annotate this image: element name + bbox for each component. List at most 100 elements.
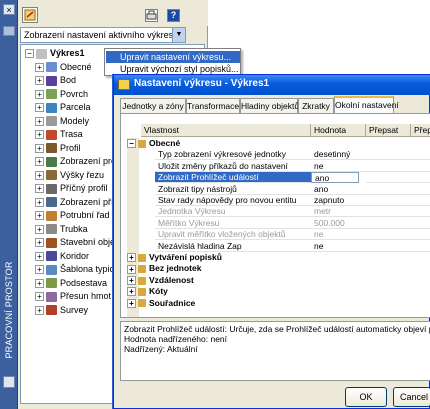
print-icon[interactable] <box>145 9 158 22</box>
property-value[interactable]: ne <box>311 241 366 252</box>
property-value[interactable]: zapnuto <box>311 195 366 206</box>
tree-item[interactable]: + Příčný profil <box>35 182 108 194</box>
tree-item[interactable]: + Výšky řezu <box>35 169 104 181</box>
tree-item[interactable]: + Stavební objek <box>35 236 120 248</box>
tree-item[interactable]: + Survey <box>35 304 88 316</box>
dialog-title-bar[interactable]: Nastavení výkresu - Výkres1 <box>114 75 430 95</box>
override-cell[interactable] <box>366 206 411 218</box>
tree-item[interactable]: + Šablona typick <box>35 263 119 275</box>
expand-icon[interactable]: + <box>35 224 44 234</box>
grid-row[interactable]: Typ zobrazení výkresové jednotky desetinn… <box>141 149 430 161</box>
tab-object-layers[interactable]: Hladiny objektů <box>240 98 299 114</box>
property-value[interactable]: ano <box>311 172 359 184</box>
palette-properties-icon[interactable] <box>3 376 15 388</box>
menu-item-edit-drawing-settings[interactable]: Upravit nastavení výkresu... <box>106 51 240 63</box>
grid-category[interactable]: + Vytváření popisků <box>127 252 430 263</box>
grid-row[interactable]: Zobrazit Prohlížeč událostí ano <box>141 172 430 184</box>
tree-item[interactable]: + Potrubní řad <box>35 209 110 221</box>
tab-abbreviations[interactable]: Zkratky <box>298 98 334 114</box>
help-icon[interactable]: ? <box>167 9 180 22</box>
palette-options-icon[interactable] <box>3 26 15 36</box>
tree-item[interactable]: + Trubka <box>35 223 88 235</box>
expand-icon[interactable]: + <box>127 276 136 286</box>
column-header-value[interactable]: Hodnota <box>311 124 366 137</box>
expand-icon[interactable]: + <box>127 253 136 263</box>
expand-icon[interactable]: + <box>35 197 44 207</box>
grid-category[interactable]: + Vzdálenost <box>127 275 430 286</box>
property-value[interactable]: ne <box>311 161 366 172</box>
expand-icon[interactable]: + <box>35 130 44 140</box>
collapse-icon[interactable]: − <box>25 49 34 59</box>
column-header-overridden[interactable]: Přepsáno <box>411 124 430 137</box>
tree-item[interactable]: + Povrch <box>35 88 88 100</box>
grid-category[interactable]: + Bez jednotek <box>127 263 430 274</box>
expand-icon[interactable]: + <box>35 238 44 248</box>
override-cell[interactable] <box>366 241 411 252</box>
cancel-button[interactable]: Cancel <box>393 387 430 407</box>
tree-item[interactable]: + Trasa <box>35 128 83 140</box>
expand-icon[interactable]: + <box>35 116 44 126</box>
ok-button[interactable]: OK <box>345 387 387 407</box>
grid-category[interactable]: + Kóty <box>127 286 430 297</box>
expand-icon[interactable]: + <box>35 305 44 315</box>
tab-units-zones[interactable]: Jednotky a zóny <box>120 98 186 114</box>
tree-item[interactable]: + Přesun hmot <box>35 290 111 302</box>
column-header-property[interactable]: Vlastnost <box>141 124 311 137</box>
property-value[interactable]: ano <box>311 184 366 195</box>
grid-category[interactable]: − Obecné <box>127 138 430 149</box>
expand-icon[interactable]: + <box>35 143 44 153</box>
tree-item[interactable]: + Parcela <box>35 101 91 113</box>
collapse-icon[interactable]: − <box>127 139 136 149</box>
expand-icon[interactable]: + <box>127 298 136 308</box>
property-value[interactable]: desetinný <box>311 149 366 161</box>
override-cell[interactable] <box>366 149 411 161</box>
grid-row[interactable]: Upravit měřítko vložených objektů ne <box>141 229 430 241</box>
grid-row[interactable]: Zobrazit tipy nástrojů ano <box>141 184 430 195</box>
expand-icon[interactable]: + <box>35 89 44 99</box>
override-cell[interactable] <box>366 161 411 172</box>
expand-icon[interactable]: + <box>35 76 44 86</box>
expand-icon[interactable]: + <box>35 292 44 302</box>
tree-item[interactable]: + Zobrazení příč <box>35 196 118 208</box>
tree-item[interactable]: + Obecné <box>35 61 92 73</box>
override-cell[interactable] <box>366 218 411 229</box>
expand-icon[interactable]: + <box>35 265 44 275</box>
tree-item[interactable]: + Modely <box>35 115 89 127</box>
tree-item[interactable]: + Podsestava <box>35 277 107 289</box>
expand-icon[interactable]: + <box>127 287 136 297</box>
tree-item[interactable]: + Bod <box>35 74 76 86</box>
prospector-toggle-icon[interactable] <box>22 7 38 23</box>
tree-item-icon <box>46 291 57 302</box>
override-cell[interactable] <box>366 184 411 195</box>
expand-icon[interactable]: + <box>35 170 44 180</box>
view-select[interactable]: Zobrazení nastavení aktivního výkresu ▼ <box>20 27 186 43</box>
tree-item[interactable]: − Výkres1 <box>25 47 85 59</box>
override-cell[interactable] <box>366 172 411 184</box>
expand-icon[interactable]: + <box>35 62 44 72</box>
tree-item[interactable]: + Koridor <box>35 250 89 262</box>
tab-transformation[interactable]: Transformace <box>186 98 240 114</box>
expand-icon[interactable]: + <box>35 157 44 167</box>
close-icon[interactable]: × <box>3 4 15 15</box>
tree-item[interactable]: + Zobrazení pro <box>35 155 116 167</box>
grid-category[interactable]: + Souřadnice <box>127 298 430 309</box>
grid-row[interactable]: Jednotka Výkresu metr <box>141 206 430 218</box>
expand-icon[interactable]: + <box>35 211 44 221</box>
grid-row[interactable]: Uložit změny příkazů do nastavení ne <box>141 161 430 172</box>
tree-item[interactable]: + Profil <box>35 142 81 154</box>
property-value[interactable]: metr <box>311 206 366 218</box>
grid-row[interactable]: Měřítko Výkresu 500.000 <box>141 218 430 229</box>
property-value[interactable]: ne <box>311 229 366 241</box>
expand-icon[interactable]: + <box>35 184 44 194</box>
grid-row[interactable]: Nezávislá hladina Zap ne <box>141 241 430 252</box>
expand-icon[interactable]: + <box>35 251 44 261</box>
override-cell[interactable] <box>366 229 411 241</box>
override-cell[interactable] <box>366 195 411 206</box>
expand-icon[interactable]: + <box>35 278 44 288</box>
expand-icon[interactable]: + <box>35 103 44 113</box>
column-header-override[interactable]: Přepsat <box>366 124 411 137</box>
chevron-down-icon[interactable]: ▼ <box>172 28 185 42</box>
grid-row[interactable]: Stav rady nápovědy pro novou entitu zapnu… <box>141 195 430 206</box>
expand-icon[interactable]: + <box>127 264 136 274</box>
property-value[interactable]: 500.000 <box>311 218 366 229</box>
